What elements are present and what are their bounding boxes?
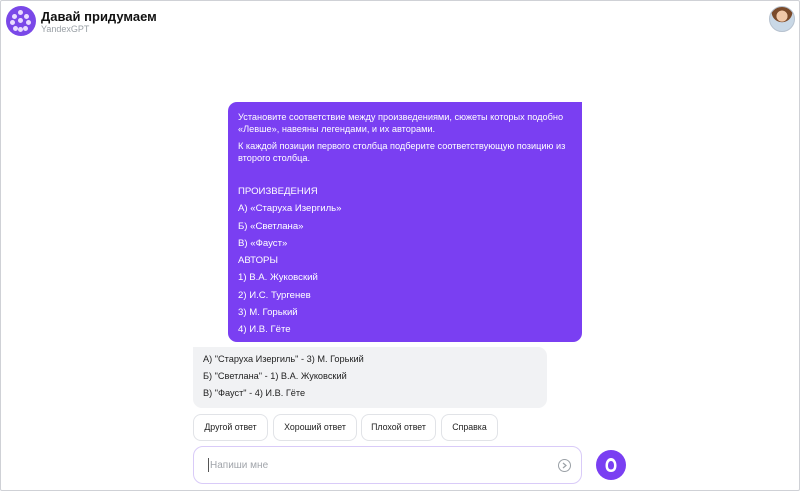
help-button[interactable]: Справка bbox=[441, 414, 498, 441]
good-answer-button[interactable]: Хороший ответ bbox=[273, 414, 357, 441]
app-window: Давай придумаем YandexGPT Установите соо… bbox=[0, 0, 800, 491]
author-item: 4) И.В. Гёте bbox=[238, 324, 291, 336]
bot-message-bubble: А) "Старуха Изергиль" - 3) М. Горький Б)… bbox=[193, 347, 547, 408]
chat-header: Давай придумаем YandexGPT bbox=[1, 1, 800, 41]
alice-voice-button[interactable] bbox=[596, 450, 626, 480]
alice-icon bbox=[605, 458, 617, 472]
author-item: 2) И.С. Тургенев bbox=[238, 289, 311, 301]
message-input-box[interactable] bbox=[193, 446, 582, 484]
message-input[interactable] bbox=[210, 455, 540, 475]
user-message-paragraph: К каждой позиции первого столбца подбери… bbox=[238, 141, 566, 163]
author-item: 1) В.А. Жуковский bbox=[238, 272, 318, 284]
user-message-bubble: Установите соответствие между произведен… bbox=[228, 102, 582, 342]
work-item: Б) «Светлана» bbox=[238, 220, 304, 232]
app-logo-icon bbox=[6, 6, 36, 36]
text-caret bbox=[208, 458, 209, 472]
bot-answer-row: Б) "Светлана" - 1) В.А. Жуковский bbox=[203, 371, 347, 381]
work-item: В) «Фауст» bbox=[238, 237, 288, 249]
arrow-circle-icon[interactable] bbox=[558, 459, 571, 472]
bot-answer-row: А) "Старуха Изергиль" - 3) М. Горький bbox=[203, 354, 364, 364]
chat-title: Давай придумаем bbox=[41, 9, 157, 24]
user-message-paragraph: Установите соответствие между произведен… bbox=[238, 112, 564, 134]
work-item: А) «Старуха Изергиль» bbox=[238, 203, 342, 215]
bad-answer-button[interactable]: Плохой ответ bbox=[361, 414, 436, 441]
bot-answer-row: В) "Фауст" - 4) И.В. Гёте bbox=[203, 388, 306, 398]
other-answer-button[interactable]: Другой ответ bbox=[193, 414, 268, 441]
chat-subtitle: YandexGPT bbox=[41, 24, 90, 34]
works-heading: ПРОИЗВЕДЕНИЯ bbox=[238, 186, 318, 197]
author-item: 3) М. Горький bbox=[238, 307, 298, 319]
authors-heading: АВТОРЫ bbox=[238, 255, 278, 267]
user-avatar[interactable] bbox=[769, 6, 795, 32]
